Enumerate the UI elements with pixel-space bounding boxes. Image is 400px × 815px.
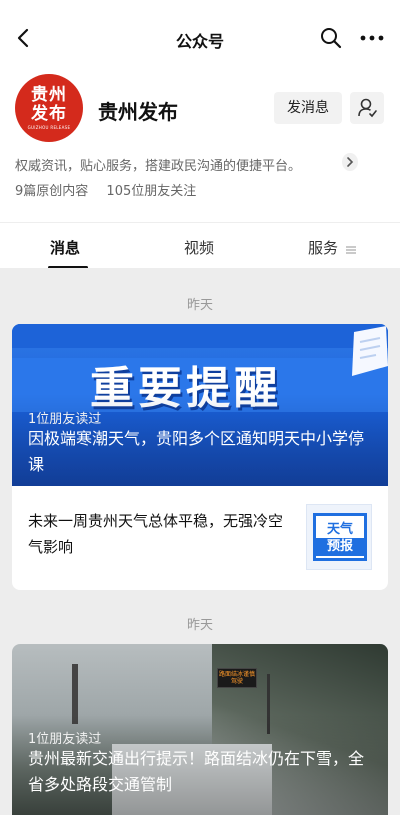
tab-video[interactable]: 视频 (184, 237, 214, 258)
account-profile: 贵州 发布 GUIZHOU RELEASE 贵州发布 发消息 权威资讯，贴心服务… (0, 72, 400, 222)
original-content-count[interactable]: 9篇原创内容 (15, 184, 88, 199)
logo-text-line2: 发布 (31, 104, 67, 124)
menu-lines-icon[interactable] (346, 240, 356, 254)
article-title[interactable]: 贵州最新交通出行提示！路面结冰仍在下雪，全省多处路段交通管制 (28, 746, 378, 798)
article-hero-image[interactable]: 重要提醒 1位朋友读过 因极端寒潮天气，贵阳多个区通知明天中小学停课 (12, 324, 388, 486)
follow-status-button[interactable] (350, 92, 384, 124)
content-tabs: 消息 视频 服务 (0, 222, 400, 269)
banner-stripe (12, 324, 388, 348)
article-title[interactable]: 未来一周贵州天气总体平稳，无强冷空气影响 (28, 508, 294, 560)
article-hero-image[interactable]: 路面结冰谨慎驾驶 1位朋友读过 贵州最新交通出行提示！路面结冰仍在下雪，全省多处… (12, 644, 388, 815)
date-label: 昨天 (186, 298, 213, 313)
article-title[interactable]: 因极端寒潮天气，贵阳多个区通知明天中小学停课 (28, 426, 378, 478)
sign-text: 路面结冰谨慎驾驶 (218, 671, 255, 685)
paper-icon (346, 326, 388, 380)
friends-read-count: 1位朋友读过 (28, 412, 102, 427)
followers-count[interactable]: 105位朋友关注 (106, 184, 196, 199)
top-nav-bar: 公众号 (0, 0, 400, 72)
tab-services[interactable]: 服务 (308, 237, 338, 258)
user-check-icon (358, 98, 377, 118)
account-stats: 9篇原创内容 105位朋友关注 (15, 180, 210, 199)
chevron-right-icon[interactable] (342, 153, 358, 171)
friends-read-count: 1位朋友读过 (28, 732, 102, 747)
account-description[interactable]: 权威资讯，贴心服务，搭建政民沟通的便捷平台。 (15, 155, 301, 174)
thumbnail-text: 天气 (326, 522, 353, 537)
account-name: 贵州发布 (98, 100, 178, 124)
road-warning-sign: 路面结冰谨慎驾驶 (217, 668, 257, 688)
article-thumbnail[interactable]: 天气 预报 (306, 504, 372, 570)
tab-messages[interactable]: 消息 (50, 237, 80, 258)
article-card[interactable]: 重要提醒 1位朋友读过 因极端寒潮天气，贵阳多个区通知明天中小学停课 未来一周贵… (12, 324, 388, 590)
weather-forecast-graphic: 天气 预报 (313, 513, 367, 561)
date-label: 昨天 (186, 618, 213, 633)
thumbnail-text: 预报 (316, 538, 364, 556)
article-card[interactable]: 路面结冰谨慎驾驶 1位朋友读过 贵州最新交通出行提示！路面结冰仍在下雪，全省多处… (12, 644, 388, 815)
more-options-icon[interactable] (358, 25, 386, 51)
message-feed: 昨天 重要提醒 1位朋友读过 因极端寒潮天气，贵阳多个区通知明天中小学停课 未来… (0, 268, 400, 815)
logo-text-line1: 贵州 (31, 85, 67, 105)
account-logo[interactable]: 贵州 发布 GUIZHOU RELEASE (15, 74, 83, 142)
send-message-button[interactable]: 发消息 (274, 92, 342, 124)
logo-subtext: GUIZHOU RELEASE (27, 125, 71, 130)
search-icon[interactable] (318, 25, 344, 51)
